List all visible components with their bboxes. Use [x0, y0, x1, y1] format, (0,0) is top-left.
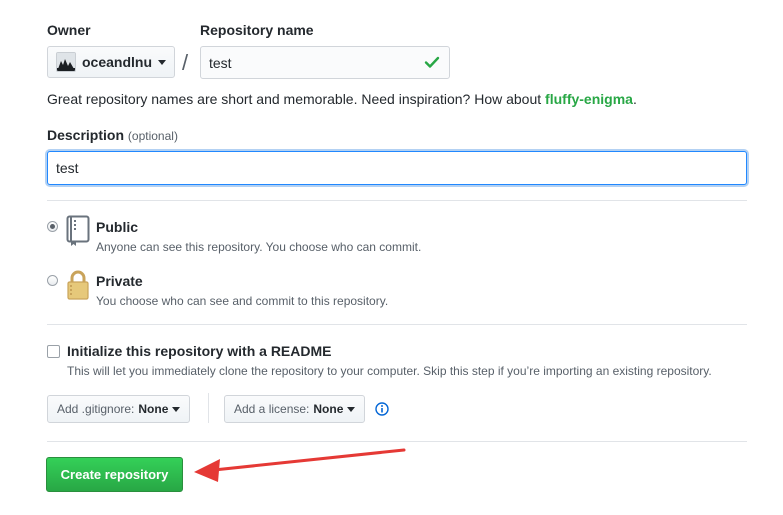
- license-dropdown[interactable]: Add a license: None: [224, 395, 366, 423]
- public-description: Anyone can see this repository. You choo…: [96, 240, 422, 254]
- owner-avatar: [56, 52, 76, 72]
- annotation-arrow-icon: [194, 448, 406, 482]
- repo-icon: [66, 215, 90, 246]
- description-label-text: Description: [47, 127, 125, 143]
- public-title: Public: [96, 219, 139, 235]
- public-radio[interactable]: [47, 221, 58, 232]
- caret-down-icon: [347, 406, 356, 412]
- create-repository-button[interactable]: Create repository: [46, 457, 183, 492]
- repo-name-hint: Great repository names are short and mem…: [47, 91, 637, 107]
- license-prefix: Add a license:: [234, 402, 310, 416]
- private-description: You choose who can see and commit to thi…: [96, 294, 389, 308]
- gitignore-prefix: Add .gitignore:: [57, 402, 135, 416]
- owner-name: oceandlnu: [81, 54, 152, 70]
- repo-name-input[interactable]: [200, 46, 450, 79]
- info-icon[interactable]: [375, 402, 389, 416]
- private-radio[interactable]: [47, 275, 58, 286]
- readme-description: This will let you immediately clone the …: [67, 364, 712, 378]
- check-icon: [424, 56, 440, 68]
- gitignore-dropdown[interactable]: Add .gitignore: None: [47, 395, 191, 423]
- divider: [47, 324, 747, 325]
- owner-label: Owner: [47, 22, 91, 38]
- divider: [47, 200, 747, 201]
- name-suggestion[interactable]: fluffy-enigma: [545, 91, 633, 107]
- caret-down-icon: [158, 59, 166, 65]
- owner-repo-separator: /: [182, 50, 189, 75]
- readme-title[interactable]: Initialize this repository with a README: [67, 343, 331, 359]
- repo-name-label: Repository name: [200, 22, 314, 38]
- gitignore-value: None: [138, 402, 169, 416]
- hint-end: .: [632, 91, 637, 107]
- optional-note: (optional): [127, 129, 178, 143]
- hint-text: Great repository names are short and mem…: [47, 91, 546, 107]
- lock-icon: [67, 270, 89, 300]
- owner-dropdown[interactable]: oceandlnu: [47, 46, 175, 78]
- license-value: None: [313, 402, 344, 416]
- caret-down-icon: [172, 406, 181, 412]
- description-label: Description (optional): [47, 127, 178, 143]
- avatar-image-icon: [57, 53, 75, 71]
- readme-checkbox[interactable]: [47, 345, 60, 358]
- private-title: Private: [96, 273, 143, 289]
- description-input[interactable]: [47, 151, 747, 185]
- vertical-divider: [208, 393, 209, 423]
